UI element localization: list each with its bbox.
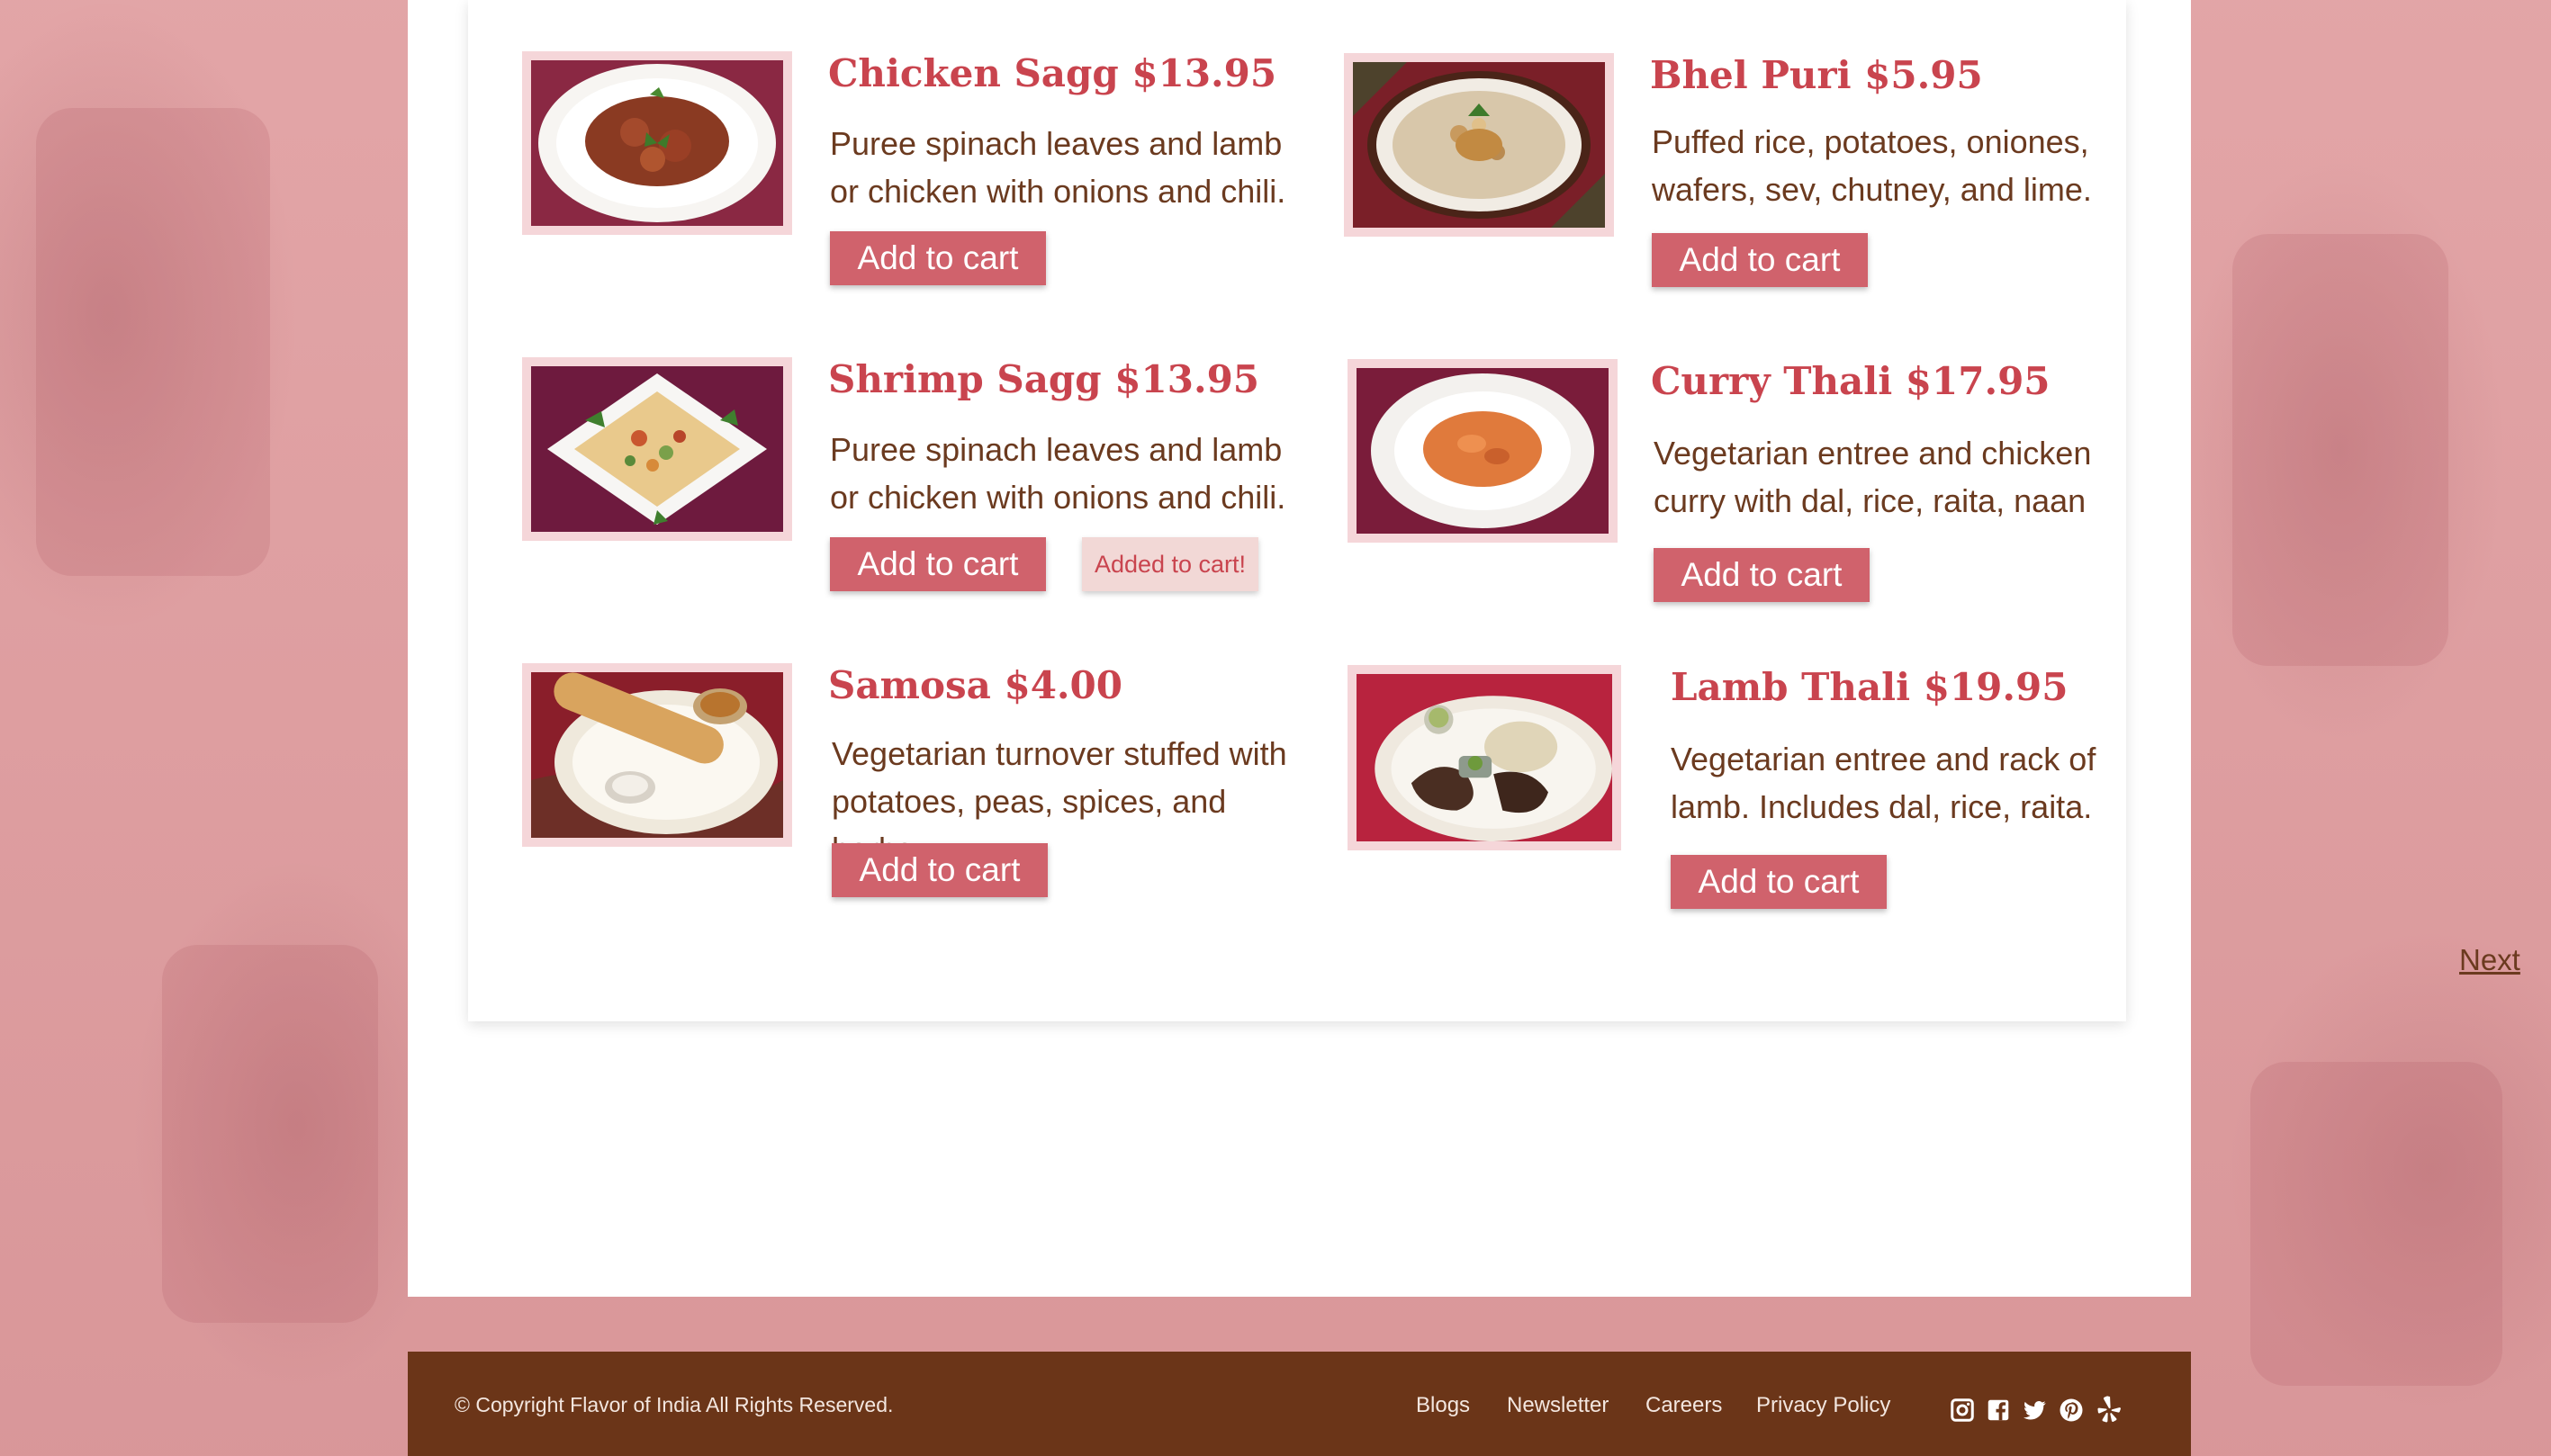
background-shape <box>2232 234 2448 666</box>
menu-item-description: Puree spinach leaves and lamb or chicken… <box>830 431 1286 516</box>
lamb-thali-photo <box>1357 674 1612 841</box>
bhel-puri-plate-photo <box>1353 62 1605 228</box>
footer-link-privacy-policy[interactable]: Privacy Policy <box>1756 1393 1890 1418</box>
add-to-cart-button[interactable]: Add to cart <box>1654 548 1870 602</box>
background-shape <box>2250 1062 2502 1386</box>
chaat-plate-photo <box>531 366 783 532</box>
footer-link-blogs[interactable]: Blogs <box>1416 1393 1470 1418</box>
add-to-cart-button[interactable]: Add to cart <box>830 231 1046 285</box>
menu-item-thumbnail[interactable] <box>522 357 792 541</box>
menu-item-thumbnail[interactable] <box>1344 53 1614 237</box>
add-to-cart-button[interactable]: Add to cart <box>830 537 1046 591</box>
menu-item-description: Vegetarian entree and chicken curry with… <box>1654 435 2092 519</box>
background-shape <box>162 945 378 1323</box>
background-shape <box>36 108 270 576</box>
menu-item-description: Puffed rice, potatoes, oniones, wafers, … <box>1652 123 2092 208</box>
menu-item-title: Samosa $4.00 <box>828 663 1122 707</box>
menu-item-title: Chicken Sagg $13.95 <box>828 51 1277 95</box>
add-to-cart-button[interactable]: Add to cart <box>832 843 1048 897</box>
footer-link-careers[interactable]: Careers <box>1645 1393 1722 1418</box>
added-to-cart-badge: Added to cart! <box>1082 537 1258 591</box>
menu-item-title: Curry Thali $17.95 <box>1651 359 2051 403</box>
menu-item-description: Puree spinach leaves and lamb or chicken… <box>830 125 1286 210</box>
menu-card: Chicken Sagg $13.95 Puree spinach leaves… <box>468 0 2520 1021</box>
pinterest-icon[interactable] <box>2058 1397 2085 1424</box>
menu-item-thumbnail[interactable] <box>1348 359 1618 543</box>
menu-item-chicken-sagg: Chicken Sagg $13.95 Puree spinach leaves… <box>522 51 1314 303</box>
menu-item-curry-thali: Curry Thali $17.95 Vegetarian entree and… <box>1348 359 2131 620</box>
instagram-icon[interactable] <box>1949 1397 1976 1424</box>
yelp-icon[interactable] <box>2095 1393 2123 1425</box>
menu-item-thumbnail[interactable] <box>522 51 792 235</box>
menu-item-title: Shrimp Sagg $13.95 <box>828 357 1260 401</box>
facebook-icon[interactable] <box>1985 1397 2012 1424</box>
next-page-link[interactable]: Next <box>2459 943 2520 977</box>
menu-item-thumbnail[interactable] <box>522 663 792 847</box>
orange-curry-photo <box>1357 368 1609 534</box>
add-to-cart-button[interactable]: Add to cart <box>1652 233 1868 287</box>
footer-link-newsletter[interactable]: Newsletter <box>1507 1393 1609 1418</box>
twitter-icon[interactable] <box>2021 1397 2048 1424</box>
copyright-text: © Copyright Flavor of India All Rights R… <box>455 1393 894 1416</box>
menu-item-description: Vegetarian entree and rack of lamb. Incl… <box>1671 741 2096 825</box>
menu-item-thumbnail[interactable] <box>1348 665 1621 850</box>
menu-item-lamb-thali: Lamb Thali $19.95 Vegetarian entree and … <box>1348 665 2131 926</box>
add-to-cart-button[interactable]: Add to cart <box>1671 855 1887 909</box>
site-footer: © Copyright Flavor of India All Rights R… <box>408 1352 2191 1456</box>
menu-item-shrimp-sagg: Shrimp Sagg $13.95 Puree spinach leaves … <box>522 357 1314 609</box>
curry-bowl-photo <box>531 60 783 226</box>
menu-item-bhel-puri: Bhel Puri $5.95 Puffed rice, potatoes, o… <box>1344 53 2127 305</box>
menu-item-title: Lamb Thali $19.95 <box>1671 665 2069 709</box>
menu-item-samosa: Samosa $4.00 Vegetarian turnover stuffed… <box>522 663 1314 915</box>
menu-item-title: Bhel Puri $5.95 <box>1650 53 1983 97</box>
dosa-plate-photo <box>531 672 783 838</box>
